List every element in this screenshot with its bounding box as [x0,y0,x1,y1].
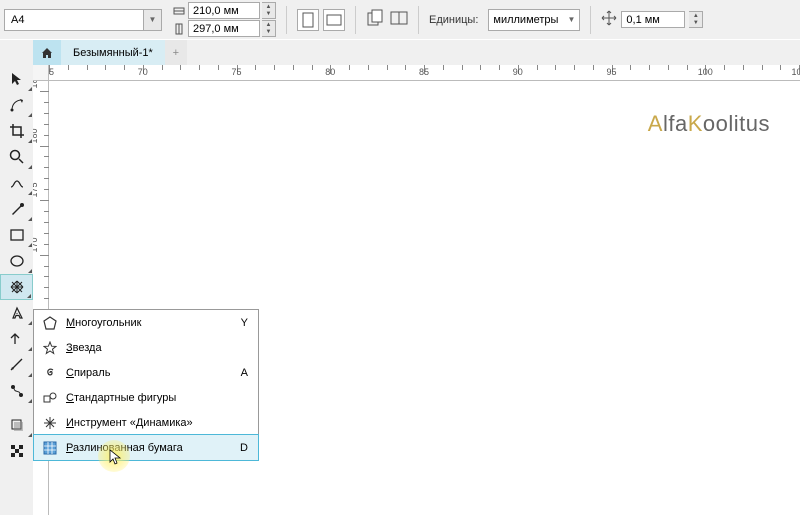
nudge-group: 0,1 мм ▲▼ [601,10,703,29]
height-spinner[interactable]: ▲▼ [262,20,276,37]
ruler-label: 85 [419,67,429,77]
connector-tool[interactable] [0,378,33,404]
grid-icon [42,440,58,456]
polygon-tool-flyout: Многоугольник Y Звезда Спираль A Стандартные … [33,309,259,461]
orientation-group [297,9,345,31]
divider [590,6,591,34]
table-tool[interactable] [0,326,33,352]
flyout-item-label: Звезда [66,342,102,354]
divider [418,6,419,34]
polygon-icon [42,315,58,331]
ruler-origin[interactable] [33,65,49,81]
flyout-item-label: Инструмент «Динамика» [66,417,193,429]
flyout-item-label: Стандартные фигуры [66,392,176,404]
page-height-input[interactable]: 297,0 мм [188,20,260,37]
document-tab-bar: Безымянный-1* + [0,40,800,65]
ruler-label: 100 [698,67,713,77]
shapes-icon [42,390,58,406]
impact-icon [42,415,58,431]
freehand-tool[interactable] [0,170,33,196]
page-apply-group [366,9,408,30]
flyout-item-label: Спираль [66,367,110,379]
pick-tool[interactable] [0,66,33,92]
text-tool[interactable] [0,300,33,326]
flyout-item-polygon[interactable]: Многоугольник Y [34,310,258,335]
ruler-label: 105 [791,67,800,77]
document-tab[interactable]: Безымянный-1* [61,40,165,65]
nudge-spinner[interactable]: ▲▼ [689,11,703,28]
flyout-item-spiral[interactable]: Спираль A [34,360,258,385]
divider [355,6,356,34]
dimension-tool[interactable] [0,352,33,378]
transparency-tool[interactable] [0,438,33,464]
flyout-shortcut: A [241,367,248,379]
artistic-media-tool[interactable] [0,196,33,222]
landscape-button[interactable] [323,9,345,31]
nudge-input[interactable]: 0,1 мм [621,11,685,28]
ruler-label: 75 [231,67,241,77]
flyout-item-label: Разлинованная бумага [66,442,183,454]
shape-tool[interactable] [0,92,33,118]
divider [286,6,287,34]
ruler-label: 70 [138,67,148,77]
width-spinner[interactable]: ▲▼ [262,2,276,19]
portrait-button[interactable] [297,9,319,31]
nudge-icon [601,10,617,29]
height-icon [172,22,186,36]
zoom-tool[interactable] [0,144,33,170]
rectangle-tool[interactable] [0,222,33,248]
tab-row-spacer [0,40,33,66]
units-combo[interactable]: миллиметры▼ [488,9,580,31]
flyout-shortcut: Y [241,317,248,329]
ellipse-tool[interactable] [0,248,33,274]
ruler-label: 95 [606,67,616,77]
page-dimensions: 210,0 мм ▲▼ 297,0 мм ▲▼ [172,2,276,37]
current-page-icon[interactable] [390,9,408,30]
polygon-tool[interactable] [0,274,33,300]
flyout-item-impact[interactable]: Инструмент «Динамика» [34,410,258,435]
flyout-item-shapes[interactable]: Стандартные фигуры [34,385,258,410]
separator [0,404,33,412]
flyout-item-grid[interactable]: Разлинованная бумага D [33,434,259,461]
horizontal-ruler[interactable]: 65707580859095100105 [33,65,800,81]
star-icon [42,340,58,356]
property-bar: A4 ▼ 210,0 мм ▲▼ 297,0 мм ▲▼ Единицы: ми… [0,0,800,40]
spiral-icon [42,365,58,381]
new-tab-button[interactable]: + [165,40,187,65]
page-width-input[interactable]: 210,0 мм [188,2,260,19]
flyout-item-label: Многоугольник [66,317,141,329]
flyout-item-star[interactable]: Звезда [34,335,258,360]
watermark-logo: AlfaKoolitus [648,111,770,137]
ruler-label: 80 [325,67,335,77]
ruler-label: 90 [513,67,523,77]
toolbox [0,40,33,515]
drop-shadow-tool[interactable] [0,412,33,438]
all-pages-icon[interactable] [366,9,384,30]
units-label: Единицы: [429,14,478,26]
welcome-tab[interactable] [33,40,61,65]
page-size-combo[interactable]: A4 ▼ [4,9,162,31]
width-icon [172,4,186,18]
crop-tool[interactable] [0,118,33,144]
flyout-shortcut: D [240,442,248,454]
